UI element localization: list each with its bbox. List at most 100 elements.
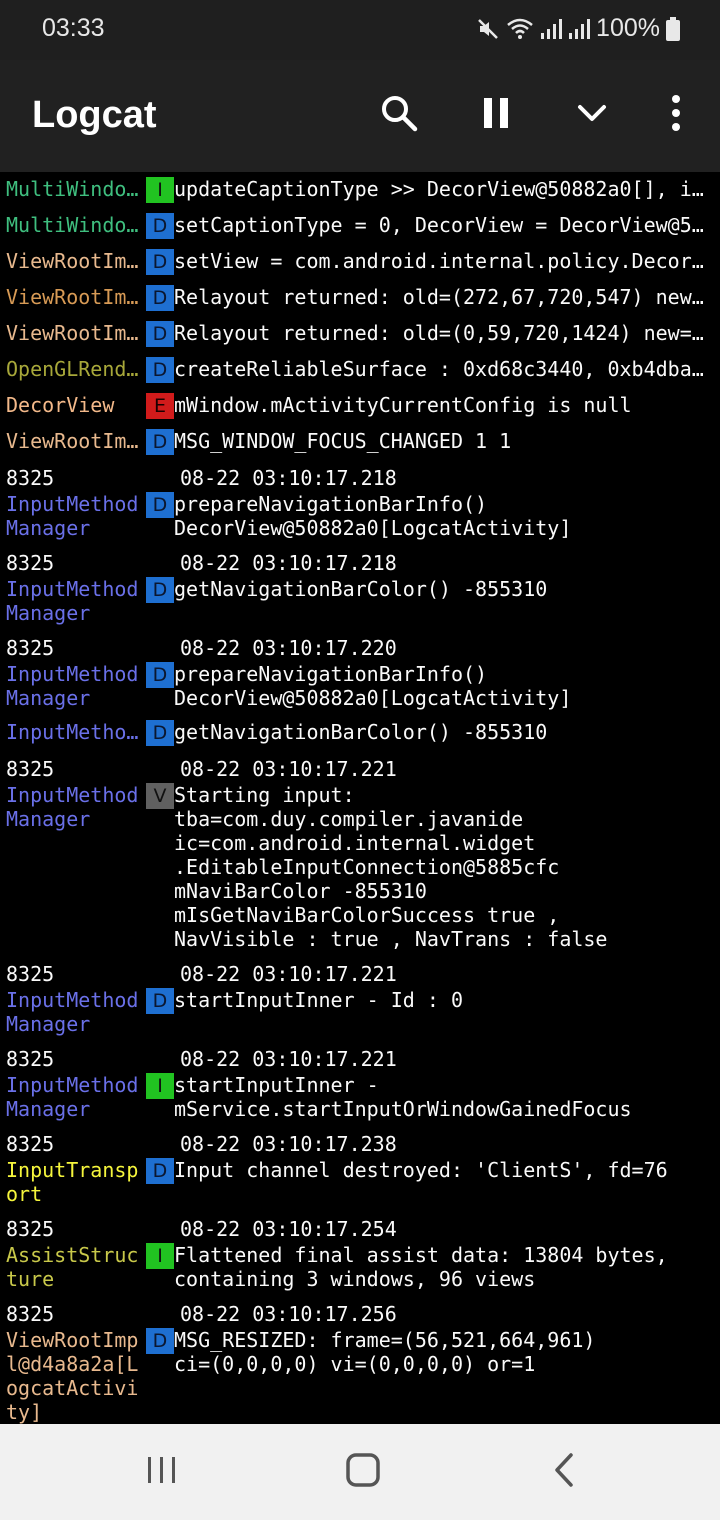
- log-pid: 8325: [6, 757, 55, 781]
- log-message: updateCaptionType >> DecorView@50882a0[]…: [174, 177, 704, 201]
- recent-apps-button[interactable]: [132, 1450, 192, 1494]
- pause-button[interactable]: [471, 90, 521, 140]
- log-entry[interactable]: ViewRootIm… D Relayout returned: old=(0,59…: [0, 316, 720, 352]
- log-level-cell: D: [140, 988, 174, 1036]
- expand-button[interactable]: [567, 90, 617, 140]
- log-entry[interactable]: 8325 08-22 03:10:17.221 InputMethod Manage…: [0, 751, 720, 956]
- log-entry[interactable]: MultiWindo… IupdateCaptionType >> DecorVi…: [0, 172, 720, 208]
- log-level-cell: V: [140, 783, 174, 951]
- log-level-badge: D: [146, 1158, 174, 1184]
- log-message: startInputInner - mService.startInputOrW…: [174, 1073, 632, 1121]
- search-button[interactable]: [374, 90, 424, 140]
- log-tag: MultiWindo…: [6, 213, 139, 237]
- log-entry[interactable]: ViewRootIm… DsetView = com.android.intern…: [0, 244, 720, 280]
- log-level-cell: D: [140, 285, 174, 311]
- log-tag: InputMethod Manager: [6, 662, 139, 710]
- log-timestamp: 08-22 03:10:17.221: [180, 1047, 397, 1071]
- log-timestamp: 08-22 03:10:17.221: [180, 962, 397, 986]
- log-level-cell: E: [140, 393, 174, 419]
- log-level-badge: D: [146, 357, 174, 383]
- log-level-cell: D: [140, 577, 174, 625]
- log-level-badge: I: [146, 177, 174, 203]
- log-message: prepareNavigationBarInfo() DecorView@508…: [174, 492, 572, 540]
- log-level-badge: D: [146, 720, 174, 746]
- log-entry[interactable]: ViewRootIm… D MSG_WINDOW_FOCUS_CHANGED 1 1: [0, 424, 720, 460]
- status-time: 03:33: [42, 14, 105, 42]
- log-pid: 8325: [6, 1132, 55, 1156]
- log-level-badge: D: [146, 429, 174, 455]
- log-tag: OpenGLRend…: [6, 357, 139, 381]
- log-timestamp: 08-22 03:10:17.218: [180, 466, 397, 490]
- status-bar: 03:33 100%: [0, 0, 720, 60]
- log-tag: ViewRootIm…: [6, 249, 139, 273]
- log-row: InputMethod Manager IstartInputInner - mS…: [0, 1071, 720, 1126]
- log-row: ViewRootImp l@d4a8a2a[L ogcatActivi ty] D…: [0, 1326, 720, 1424]
- home-button[interactable]: [333, 1450, 393, 1494]
- log-entry-header: 8325 08-22 03:10:17.221: [0, 1041, 720, 1071]
- log-timestamp: 08-22 03:10:17.256: [180, 1302, 397, 1326]
- log-message: Flattened final assist data: 13804 bytes…: [174, 1243, 668, 1291]
- back-button[interactable]: [534, 1450, 594, 1494]
- log-level-cell: D: [140, 249, 174, 275]
- log-row: AssistStruc ture I Flattened final assist …: [0, 1241, 720, 1296]
- log-timestamp: 08-22 03:10:17.218: [180, 551, 397, 575]
- log-pid: 8325: [6, 1047, 55, 1071]
- log-row: InputMethod Manager DprepareNavigationBar…: [0, 660, 720, 715]
- log-entry[interactable]: 8325 08-22 03:10:17.256 ViewRootImp l@d4a8…: [0, 1296, 720, 1424]
- log-level-cell: D: [140, 1328, 174, 1424]
- log-entry[interactable]: OpenGLRend… DcreateReliableSurface : 0xd6…: [0, 352, 720, 388]
- log-level-cell: I: [140, 177, 174, 203]
- log-message: Relayout returned: old=(272,67,720,547) …: [174, 285, 704, 309]
- log-entry[interactable]: 8325 08-22 03:10:17.218 InputMethod Manage…: [0, 460, 720, 545]
- log-row: DecorView EmWindow.mActivityCurrentConfig…: [0, 388, 720, 424]
- log-row: InputMetho… DgetNavigationBarColor() -855…: [0, 715, 720, 751]
- log-level-cell: D: [140, 357, 174, 383]
- wifi-icon: [506, 17, 534, 41]
- log-entry[interactable]: MultiWindo… DsetCaptionType = 0, DecorVie…: [0, 208, 720, 244]
- log-row: InputMethod Manager DgetNavigationBarColo…: [0, 575, 720, 630]
- log-tag: MultiWindo…: [6, 177, 139, 201]
- log-entry[interactable]: 8325 08-22 03:10:17.221 InputMethod Manage…: [0, 956, 720, 1041]
- log-entry[interactable]: ViewRootIm… D Relayout returned: old=(272,…: [0, 280, 720, 316]
- log-level-badge: D: [146, 249, 174, 275]
- log-entry[interactable]: InputMetho… DgetNavigationBarColor() -855…: [0, 715, 720, 751]
- app-bar: Logcat: [0, 60, 720, 172]
- log-entry-header: 8325 08-22 03:10:17.221: [0, 751, 720, 781]
- log-entry[interactable]: 8325 08-22 03:10:17.221 InputMethod Manage…: [0, 1041, 720, 1126]
- log-level-badge: D: [146, 321, 174, 347]
- log-entry[interactable]: DecorView EmWindow.mActivityCurrentConfig…: [0, 388, 720, 424]
- log-pid: 8325: [6, 466, 55, 490]
- log-entry[interactable]: 8325 08-22 03:10:17.218 InputMethod Manage…: [0, 545, 720, 630]
- log-level-cell: I: [140, 1073, 174, 1121]
- log-entry[interactable]: 8325 08-22 03:10:17.254 AssistStruc ture I F…: [0, 1211, 720, 1296]
- log-list[interactable]: MultiWindo… IupdateCaptionType >> DecorVi…: [0, 172, 720, 1424]
- log-level-badge: D: [146, 285, 174, 311]
- chevron-down-icon: [577, 103, 607, 127]
- log-level-cell: D: [140, 429, 174, 455]
- overflow-menu-button[interactable]: [651, 90, 701, 140]
- log-level-badge: I: [146, 1073, 174, 1099]
- log-timestamp: 08-22 03:10:17.221: [180, 757, 397, 781]
- log-tag: ViewRootIm…: [6, 285, 139, 309]
- log-level-badge: E: [146, 393, 174, 419]
- log-message: Input channel destroyed: 'ClientS', fd=7…: [174, 1158, 668, 1182]
- log-message: MSG_WINDOW_FOCUS_CHANGED 1 1: [174, 429, 512, 453]
- log-tag: ViewRootImp l@d4a8a2a[L ogcatActivi ty]: [6, 1328, 139, 1424]
- log-level-cell: D: [140, 213, 174, 239]
- log-level-cell: I: [140, 1243, 174, 1291]
- back-icon: [553, 1453, 575, 1491]
- log-row: OpenGLRend… DcreateReliableSurface : 0xd6…: [0, 352, 720, 388]
- log-entry[interactable]: 8325 08-22 03:10:17.238 InputTransp ort D In…: [0, 1126, 720, 1211]
- log-tag: InputMethod Manager: [6, 783, 139, 831]
- log-level-badge: D: [146, 662, 174, 688]
- log-entry-header: 8325 08-22 03:10:17.238: [0, 1126, 720, 1156]
- log-entry-header: 8325 08-22 03:10:17.254: [0, 1211, 720, 1241]
- log-pid: 8325: [6, 1217, 55, 1241]
- log-level-badge: D: [146, 988, 174, 1014]
- log-entry-header: 8325 08-22 03:10:17.218: [0, 545, 720, 575]
- log-tag: InputMethod Manager: [6, 492, 139, 540]
- log-tag: InputMetho…: [6, 720, 139, 744]
- log-tag: InputTransp ort: [6, 1158, 139, 1206]
- log-entry-header: 8325 08-22 03:10:17.220: [0, 630, 720, 660]
- log-entry[interactable]: 8325 08-22 03:10:17.220 InputMethod Manage…: [0, 630, 720, 715]
